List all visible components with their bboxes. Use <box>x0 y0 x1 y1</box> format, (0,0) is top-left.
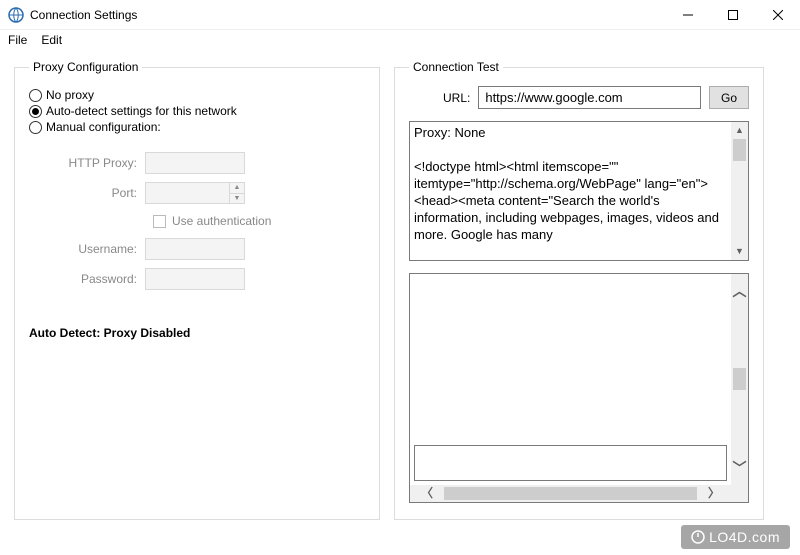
username-label: Username: <box>37 242 145 256</box>
window-title: Connection Settings <box>30 8 137 22</box>
scroll-thumb[interactable] <box>733 368 746 390</box>
radio-label: No proxy <box>46 88 94 102</box>
radio-icon <box>29 89 42 102</box>
radio-no-proxy[interactable]: No proxy <box>29 88 365 102</box>
menu-bar: File Edit <box>0 30 800 50</box>
response-output[interactable]: Proxy: None <!doctype html><html itemsco… <box>409 121 749 261</box>
spinner-up-icon[interactable]: ▲ <box>230 183 244 194</box>
window-controls <box>665 0 800 30</box>
secondary-output[interactable]: ︿ ﹀ 〈 〉 <box>409 273 749 503</box>
go-button[interactable]: Go <box>709 86 749 109</box>
menu-edit[interactable]: Edit <box>41 33 62 47</box>
scroll-up-icon[interactable]: ▲ <box>731 122 748 139</box>
scroll-left-icon[interactable]: 〈 <box>410 485 444 502</box>
inner-input[interactable] <box>414 445 727 481</box>
username-field[interactable] <box>145 238 245 260</box>
response-text: Proxy: None <!doctype html><html itemsco… <box>410 122 748 245</box>
maximize-button[interactable] <box>710 0 755 30</box>
close-button[interactable] <box>755 0 800 30</box>
radio-label: Auto-detect settings for this network <box>46 104 237 118</box>
radio-auto-detect[interactable]: Auto-detect settings for this network <box>29 104 365 118</box>
title-bar: Connection Settings <box>0 0 800 30</box>
minimize-button[interactable] <box>665 0 710 30</box>
proxy-legend: Proxy Configuration <box>29 60 142 74</box>
scroll-up-icon[interactable]: ︿ <box>731 274 748 308</box>
radio-icon <box>29 121 42 134</box>
radio-manual[interactable]: Manual configuration: <box>29 120 365 134</box>
vertical-scrollbar[interactable]: ▲ ▼ <box>731 122 748 260</box>
scroll-thumb[interactable] <box>733 139 746 161</box>
use-auth-label: Use authentication <box>172 214 271 228</box>
proxy-status: Auto Detect: Proxy Disabled <box>29 326 365 340</box>
scroll-down-icon[interactable]: ﹀ <box>731 451 748 485</box>
scroll-down-icon[interactable]: ▼ <box>731 243 748 260</box>
url-label: URL: <box>409 91 470 105</box>
http-proxy-label: HTTP Proxy: <box>37 156 145 170</box>
horizontal-scrollbar[interactable]: 〈 〉 <box>410 485 731 502</box>
vertical-scrollbar[interactable]: ︿ ﹀ <box>731 274 748 502</box>
manual-config-block: HTTP Proxy: Port: ▲ ▼ Use authentication <box>29 152 365 290</box>
radio-icon <box>29 105 42 118</box>
scroll-right-icon[interactable]: 〉 <box>697 485 731 502</box>
menu-file[interactable]: File <box>8 33 27 47</box>
use-auth-checkbox[interactable]: Use authentication <box>153 214 365 228</box>
url-input[interactable]: https://www.google.com <box>478 86 701 109</box>
spinner-down-icon[interactable]: ▼ <box>230 194 244 204</box>
port-label: Port: <box>37 186 145 200</box>
password-field[interactable] <box>145 268 245 290</box>
connection-test-panel: Connection Test URL: https://www.google.… <box>394 60 764 520</box>
checkbox-icon <box>153 215 166 228</box>
radio-label: Manual configuration: <box>46 120 161 134</box>
watermark: LO4D.com <box>681 525 790 549</box>
test-legend: Connection Test <box>409 60 503 74</box>
port-field[interactable] <box>145 182 230 204</box>
http-proxy-field[interactable] <box>145 152 245 174</box>
app-icon <box>8 7 24 23</box>
scroll-thumb[interactable] <box>444 487 697 500</box>
proxy-config-panel: Proxy Configuration No proxy Auto-detect… <box>14 60 380 520</box>
watermark-text: LO4D.com <box>709 529 780 545</box>
port-spinner[interactable]: ▲ ▼ <box>230 182 245 204</box>
password-label: Password: <box>37 272 145 286</box>
